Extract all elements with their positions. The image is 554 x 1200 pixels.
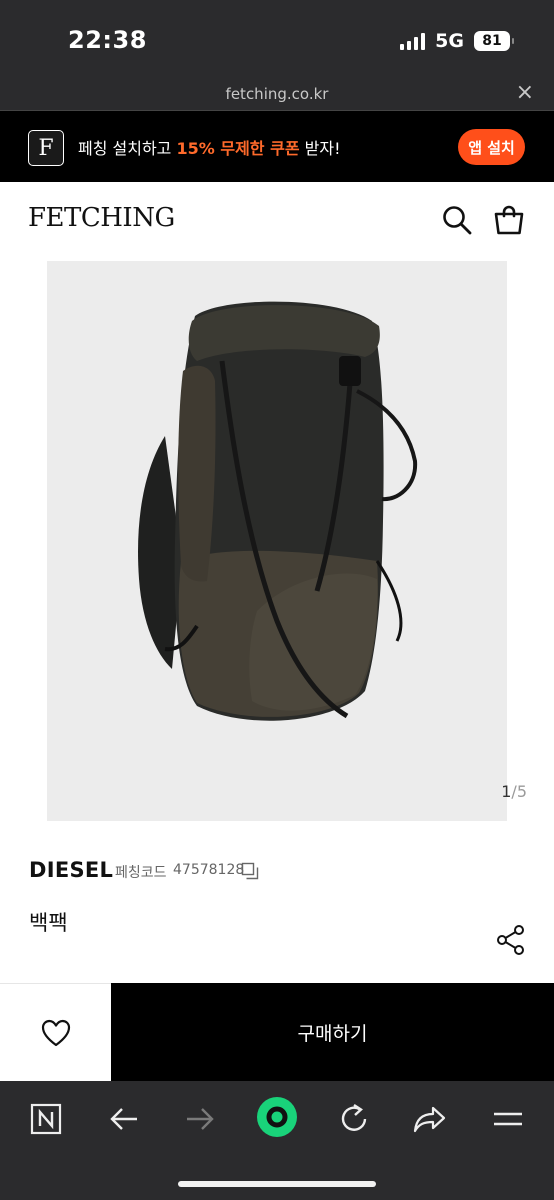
gallery-current: 1 bbox=[501, 782, 512, 801]
home-indicator bbox=[178, 1181, 376, 1187]
copy-icon[interactable] bbox=[241, 862, 259, 880]
buy-button[interactable]: 구매하기 bbox=[111, 983, 554, 1081]
forward-arrow-icon[interactable] bbox=[181, 1100, 219, 1138]
status-time: 22:38 bbox=[68, 26, 147, 54]
search-icon[interactable] bbox=[441, 204, 473, 236]
brand-name[interactable]: DIESEL bbox=[29, 858, 113, 882]
install-app-button[interactable]: 앱 설치 bbox=[458, 129, 525, 165]
close-icon[interactable]: × bbox=[516, 82, 534, 104]
battery-icon: 81 bbox=[474, 31, 514, 51]
share-arrow-icon[interactable] bbox=[411, 1100, 449, 1138]
shopping-bag-icon[interactable] bbox=[493, 204, 525, 236]
signal-icon bbox=[400, 32, 426, 50]
promo-highlight: 15% 무제한 쿠폰 bbox=[176, 139, 300, 158]
heart-icon bbox=[41, 1019, 70, 1046]
n-logo-icon[interactable] bbox=[27, 1100, 65, 1138]
menu-icon[interactable] bbox=[489, 1100, 527, 1138]
promo-text-after: 받자! bbox=[299, 139, 341, 158]
promo-text: 페칭 설치하고 15% 무제한 쿠폰 받자! bbox=[78, 135, 341, 159]
purchase-bar: 구매하기 bbox=[0, 983, 554, 1081]
reload-icon[interactable] bbox=[335, 1100, 373, 1138]
product-code-label: 페칭코드 bbox=[115, 865, 167, 881]
product-name: 백팩 bbox=[29, 911, 68, 935]
product-image[interactable] bbox=[47, 261, 507, 821]
back-arrow-icon[interactable] bbox=[105, 1100, 143, 1138]
gallery-pager: 1/5 bbox=[501, 782, 527, 801]
home-circle-icon[interactable] bbox=[256, 1096, 298, 1138]
fetching-app-logo: F bbox=[28, 130, 64, 166]
wishlist-button[interactable] bbox=[0, 983, 111, 1081]
browser-top-chrome: 22:38 5G 81 fetching.co.kr × bbox=[0, 0, 554, 111]
product-code: 47578128 bbox=[173, 862, 245, 878]
site-logo[interactable]: FETCHING bbox=[28, 203, 175, 233]
backpack-image bbox=[138, 301, 418, 721]
promo-text-before: 페칭 설치하고 bbox=[78, 139, 177, 158]
gallery-total: 5 bbox=[516, 782, 527, 801]
status-indicators: 5G 81 bbox=[400, 30, 514, 52]
network-type: 5G bbox=[435, 30, 464, 52]
share-icon[interactable] bbox=[496, 924, 526, 956]
address-bar[interactable]: fetching.co.kr bbox=[0, 85, 554, 103]
